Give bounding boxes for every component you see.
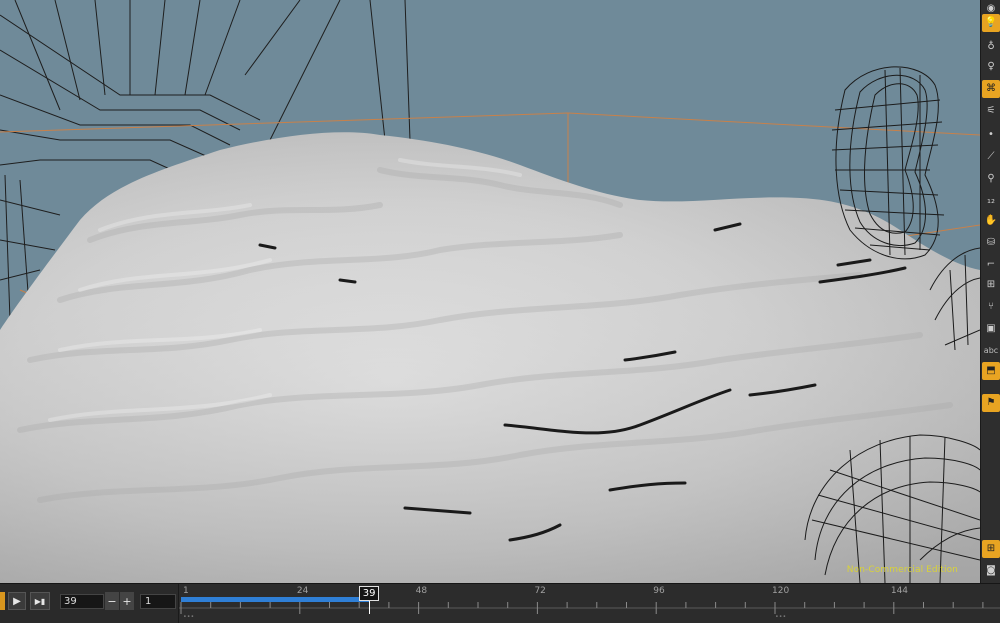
time-cursor-label[interactable]: 39 [359, 586, 380, 601]
stamp-icon: ⛁ [986, 237, 996, 248]
next-frame-icon: ▶▮ [34, 596, 46, 606]
timeline-ticks [179, 602, 1000, 614]
box-tool[interactable]: ▣ [982, 320, 1000, 338]
box-icon: ▣ [986, 323, 996, 334]
scene-viewport[interactable]: Non-Commercial Edition [0, 0, 980, 583]
number-tool[interactable]: ₁₂ [982, 192, 1000, 210]
text-icon: abc [983, 346, 999, 355]
stamp-tool[interactable]: ⛁ [982, 234, 1000, 252]
light-bulb-icon: 💡 [984, 17, 998, 28]
frame-minus-button[interactable]: − [105, 592, 119, 610]
handle-tool[interactable]: ♀ [982, 58, 1000, 76]
marker-icon: ⚑ [986, 397, 996, 408]
snap-icon: ⌘ [986, 83, 996, 94]
display-icon: ⬒ [986, 365, 996, 376]
camera-icon: ⚟ [986, 105, 996, 116]
snapshot-icon: ◙ [986, 565, 996, 576]
current-frame-field[interactable]: 39 [60, 594, 104, 609]
hand-icon: ✋ [984, 215, 998, 226]
frame-plus-button[interactable]: + [120, 592, 134, 610]
range-indicator [0, 592, 5, 610]
grid-tool[interactable]: ⊞ [982, 276, 1000, 294]
layout-tool[interactable]: ⊞ [982, 540, 1000, 558]
play-icon: ▶ [13, 595, 21, 607]
point-tool[interactable]: • [982, 126, 1000, 144]
tick-label: 48 [415, 586, 428, 596]
corner-tool[interactable]: ⌐ [982, 256, 1000, 274]
range-handle-right[interactable]: ∙∙∙ [775, 614, 789, 620]
point-icon: • [988, 129, 994, 140]
corner-icon: ⌐ [986, 259, 996, 270]
edge-icon: ⟋ [987, 151, 995, 162]
play-button[interactable]: ▶ [8, 592, 26, 610]
viewport-toolbar: ◉ 💡 ♁ ♀ ⌘ ⚟ • ⟋ ⚲ ₁₂ ✋ ⛁ ⌐ ⊞ ⑂ ▣ abc ⬒ ⚑ ⊞ ◙ [980, 0, 1000, 583]
next-frame-button[interactable]: ▶▮ [30, 592, 50, 610]
watermark-label: Non-Commercial Edition [846, 565, 958, 575]
houdini-window: Non-Commercial Edition ◉ 💡 ♁ ♀ ⌘ ⚟ • ⟋ ⚲ ₁₂ ✋ ⛁ ⌐ ⊞ ⑂ ▣… [0, 0, 1000, 623]
pin-tool[interactable]: ⚲ [982, 170, 1000, 188]
frame-step-field[interactable]: 1 [140, 594, 176, 609]
range-handle-left[interactable]: ∙∙∙ [183, 614, 197, 620]
layout-icon: ⊞ [986, 543, 996, 554]
light-tool[interactable]: 💡 [982, 14, 1000, 32]
pin-icon: ⚲ [987, 173, 995, 184]
node-tool[interactable]: ⑂ [982, 298, 1000, 316]
view-light-tool[interactable]: ♁ [982, 38, 1000, 56]
tick-label: 72 [534, 586, 546, 596]
select-icon: ◉ [986, 3, 996, 14]
node-icon: ⑂ [988, 301, 994, 312]
snapshot-tool[interactable]: ◙ [982, 562, 1000, 580]
grid-icon: ⊞ [986, 279, 996, 290]
edge-tool[interactable]: ⟋ [982, 148, 1000, 166]
light-icon: ♁ [987, 41, 995, 52]
tick-label: 24 [296, 586, 309, 596]
display-tool[interactable]: ⬒ [982, 362, 1000, 380]
hand-tool[interactable]: ✋ [982, 212, 1000, 230]
tick-label: 1 [183, 586, 189, 596]
timeline-slider[interactable]: ∙∙∙ ∙∙∙ 1 24 48 72 96 120 144 39 [178, 584, 1000, 623]
scene-render [0, 0, 980, 583]
tick-label: 96 [653, 586, 665, 596]
tick-label: 120 [772, 586, 790, 596]
text-tool[interactable]: abc [982, 342, 1000, 360]
number-icon: ₁₂ [986, 195, 996, 206]
handle-icon: ♀ [987, 61, 995, 72]
playbar: ▶ ▶▮ 39 − + 1 ∙∙∙ ∙∙∙ 1 24 48 72 96 120 144 39 [0, 583, 1000, 623]
tick-label: 144 [890, 586, 909, 596]
camera-tool[interactable]: ⚟ [982, 102, 1000, 120]
snap-tool[interactable]: ⌘ [982, 80, 1000, 98]
marker-tool[interactable]: ⚑ [982, 394, 1000, 412]
